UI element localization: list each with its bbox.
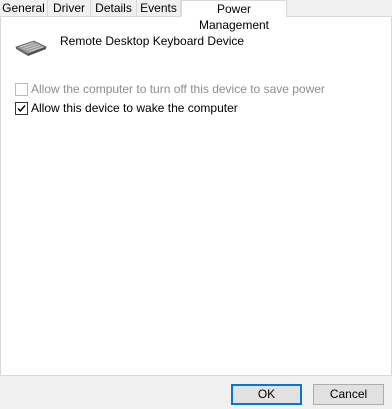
cancel-button[interactable]: Cancel [313,384,384,405]
power-management-panel [0,16,392,376]
allow-wake-label: Allow this device to wake the computer [31,101,238,115]
tab-details[interactable]: Details [91,0,137,16]
tab-power-management[interactable]: Power Management [181,0,287,32]
keyboard-icon [15,40,47,56]
allow-turn-off-label: Allow the computer to turn off this devi… [31,82,325,96]
allow-turn-off-checkbox[interactable] [15,82,28,96]
device-name: Remote Desktop Keyboard Device [60,34,245,48]
checkmark-icon [17,104,26,112]
tab-general[interactable]: General [0,0,48,16]
allow-wake-option: Allow this device to wake the computer [15,101,238,115]
tab-bar: General Driver Details Events Power Mana… [0,0,392,32]
tab-events[interactable]: Events [137,0,181,16]
ok-button[interactable]: OK [231,384,302,405]
allow-wake-checkbox[interactable] [15,101,28,115]
tab-driver[interactable]: Driver [48,0,91,16]
allow-turn-off-option: Allow the computer to turn off this devi… [15,82,325,96]
